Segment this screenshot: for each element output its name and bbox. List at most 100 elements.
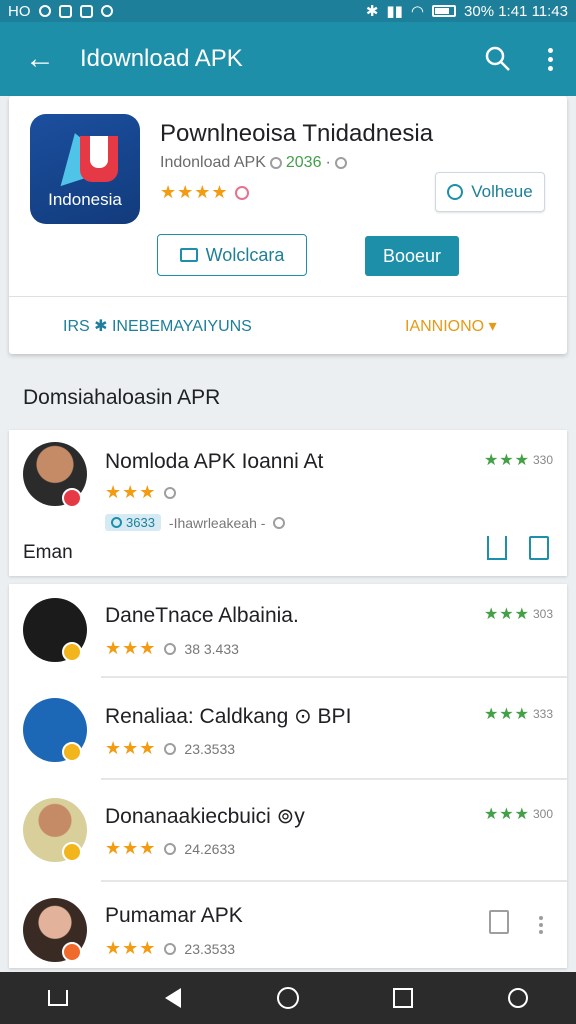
open-button[interactable]: Booeur [365,236,459,276]
nav-home-circle-icon[interactable] [266,976,310,1020]
more-link[interactable]: IANNIONO ▾ [405,316,497,336]
item-extra-label: Eman [23,542,73,563]
divider [9,296,567,297]
star-rating: ★★★ [105,482,157,502]
divider [101,778,567,780]
clock-icon [164,642,177,655]
item-meta-text: 23.3533 [184,740,236,757]
item-meta-text: -Ihawrleakeah - [168,514,266,531]
video-icon [79,4,93,18]
app-rating: ★★★★ [160,182,249,203]
badge-icon [62,488,82,508]
green-star-rating: ★★★ [483,606,530,623]
section-heading: Domsiahaloasin APR [23,386,221,409]
item-meta-text: 24.2633 [184,840,236,857]
share-icon[interactable] [489,910,509,934]
circle-icon [100,5,113,17]
follow-button-label: Volheue [471,182,533,201]
badge-icon [62,642,82,662]
item-meta: ★★★ 23.3533 [105,738,235,759]
clock-icon [273,516,286,529]
share-icon[interactable] [487,536,507,560]
item-meta: ★★★ [105,482,177,503]
app-icon: Indonesia [30,114,140,224]
star-rating: ★★★ [105,838,157,858]
document-icon[interactable] [529,536,549,560]
item-title[interactable]: DaneTnace Albainia. [105,604,299,628]
item-meta: ★★★ 23.3533 [105,938,235,959]
divider [101,676,567,678]
follow-button[interactable]: Volheue [435,172,545,212]
app-developer: Indonload APK [160,154,266,171]
install-button-label: Wolclcara [205,244,285,265]
circle-icon [447,184,464,200]
green-star-rating: ★★★ [483,452,530,469]
app-subtitle: Indonload APK 2036 · [160,154,347,172]
star-rating: ★★★ [105,638,157,658]
clock-icon [334,157,347,169]
clock-icon [164,942,177,955]
app-bar: ← Idownload APK [0,22,576,96]
divider [101,880,567,882]
apk-list: DaneTnace Albainia. ★★★ 38 3.433 ★★★ 303… [9,584,567,968]
recents-icon[interactable] [381,976,425,1020]
item-meta-secondary: 3633 -Ihawrleakeah - [105,514,286,531]
app-icon-label: Indonesia [48,190,122,209]
clock-icon [164,486,177,499]
signal-icon: ▮▮ [386,3,403,20]
notification-icon [58,4,72,18]
green-star-rating: ★★★ [483,806,530,823]
more-vert-icon[interactable] [539,916,543,934]
badge-icon [62,942,82,962]
clock-icon [164,842,177,855]
star-rating: ★★★ [105,938,157,958]
wifi-icon: ◠ [410,3,425,20]
back-arrow-icon[interactable]: ← [0,22,80,96]
install-button[interactable]: Wolclcara [157,234,307,276]
status-bar: HO ✱ ▮▮ ◠ 30% 1:41 11:43 [0,0,576,22]
status-left-text: HO [8,2,31,20]
badge-icon [62,842,82,862]
app-detail-card: Indonesia Pownlneoisa Tnidadnesia Indonl… [9,96,567,354]
status-right-text: 30% 1:41 11:43 [464,2,568,20]
assistant-icon[interactable] [496,976,540,1020]
settings-icon [38,5,51,17]
system-nav-bar [0,972,576,1024]
item-meta: ★★★ 38 3.433 [105,638,239,659]
rating-info-icon [234,185,249,200]
star-rating: ★★★★ [160,182,229,202]
item-meta-text: 38 3.433 [184,640,239,657]
item-title[interactable]: Pumamar APK [105,904,243,928]
item-rating: ★★★ 333 [484,704,553,724]
item-title: Nomloda APK Ioanni At [105,450,324,473]
item-title[interactable]: Renaliaa: Caldkang ⊙ BPI [105,704,351,729]
rating-value: 333 [532,707,553,721]
nav-back-icon[interactable] [151,976,195,1020]
star-rating: ★★★ [105,738,157,758]
clock-icon [269,157,282,169]
rating-value: 330 [532,453,553,467]
badge-icon [62,742,82,762]
featured-list-item[interactable]: Nomloda APK Ioanni At ★★★ 3633 -Ihawrlea… [9,430,567,576]
app-title: Pownlneoisa Tnidadnesia [160,120,434,147]
green-star-rating: ★★★ [483,706,530,723]
item-rating: ★★★ 303 [484,604,553,624]
item-meta: ★★★ 24.2633 [105,838,235,859]
app-download-count: 2036 [285,154,322,171]
rating-value: 300 [532,807,553,821]
home-icon[interactable] [36,976,80,1020]
more-vert-icon[interactable] [524,22,576,96]
battery-icon [432,5,457,17]
open-button-label: Booeur [382,245,442,266]
clock-icon [164,742,177,755]
item-rating: ★★★ 300 [484,804,553,824]
folder-icon [179,248,198,262]
item-title[interactable]: Donanaakiecbuici ⊚y [105,804,305,829]
search-icon[interactable] [472,22,524,96]
category-link[interactable]: IRS ✱ INEBEMAYAIYUNS [63,316,252,336]
app-bar-title: Idownload APK [80,45,243,72]
rating-value: 303 [532,607,553,621]
item-rating: ★★★ 330 [484,450,553,470]
count-badge: 3633 [105,514,161,531]
bluetooth-icon: ✱ [365,3,379,20]
